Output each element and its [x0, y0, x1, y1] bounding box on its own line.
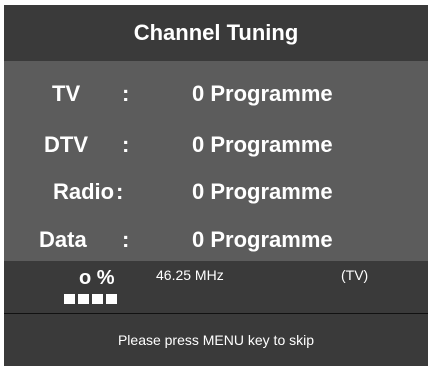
row-value: 0 Programme — [192, 227, 333, 252]
row-tv: TV : 0 Programme — [4, 71, 428, 115]
row-data: Data : 0 Programme — [4, 217, 428, 261]
row-colon: : — [116, 179, 124, 204]
progress-block — [92, 294, 103, 304]
progress-block — [64, 294, 75, 304]
row-dtv: DTV : 0 Programme — [4, 122, 428, 166]
row-value: 0 Programme — [192, 81, 333, 106]
row-label: DTV — [44, 132, 88, 157]
frequency-readout: 46.25 MHz — [156, 267, 224, 283]
row-colon: : — [122, 132, 130, 157]
skip-hint: Please press MENU key to skip — [4, 314, 428, 366]
row-value: 0 Programme — [192, 179, 333, 204]
progress-block — [78, 294, 89, 304]
band-readout: (TV) — [341, 267, 369, 283]
row-colon: : — [122, 81, 130, 106]
programme-counts: TV : 0 Programme DTV : 0 Programme Radio… — [4, 61, 428, 261]
row-label: Radio — [53, 179, 115, 204]
dialog-title: Channel Tuning — [4, 5, 428, 61]
channel-tuning-dialog: Channel Tuning TV : 0 Programme DTV : 0 … — [4, 5, 428, 366]
row-label: TV — [52, 81, 81, 106]
row-radio: Radio : 0 Programme — [4, 169, 428, 213]
row-value: 0 Programme — [192, 132, 333, 157]
row-colon: : — [122, 227, 130, 252]
tuning-status: o % 46.25 MHz (TV) — [4, 261, 428, 313]
progress-percent: o % — [79, 267, 115, 289]
progress-bar — [64, 294, 117, 304]
progress-block — [106, 294, 117, 304]
row-label: Data — [39, 227, 87, 252]
